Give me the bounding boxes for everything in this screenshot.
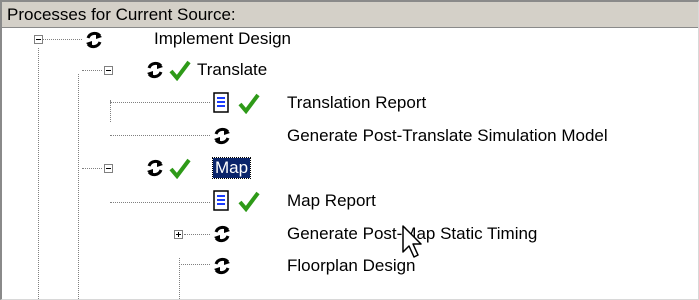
refresh-icon xyxy=(86,31,102,49)
tree-line xyxy=(179,264,210,265)
tree-item-map-selected[interactable]: Map xyxy=(211,157,252,179)
tree-line xyxy=(82,168,102,169)
panel-header: Processes for Current Source: xyxy=(2,2,698,28)
report-document-icon xyxy=(213,92,229,113)
tree-line xyxy=(42,39,82,40)
refresh-icon xyxy=(214,257,230,275)
tree-item-translate[interactable]: Translate xyxy=(195,60,269,80)
tree-line xyxy=(110,135,210,136)
tree-item-translation-report[interactable]: Translation Report xyxy=(285,93,428,113)
collapse-map-toggle[interactable] xyxy=(104,164,113,173)
tree-line xyxy=(110,202,210,203)
check-icon xyxy=(169,158,191,179)
tree-line xyxy=(110,102,210,103)
tree-item-map-report[interactable]: Map Report xyxy=(285,191,378,211)
process-tree[interactable]: Implement Design Translate Translation R… xyxy=(2,28,698,299)
tree-line xyxy=(38,48,39,299)
processes-panel: Processes for Current Source: Implement … xyxy=(0,0,699,300)
check-icon xyxy=(238,93,260,114)
collapse-translate-toggle[interactable] xyxy=(104,66,113,75)
tree-line xyxy=(110,100,111,122)
report-document-icon xyxy=(213,190,229,211)
mouse-pointer-icon xyxy=(402,225,422,258)
tree-line xyxy=(82,70,102,71)
tree-line xyxy=(184,234,210,235)
check-icon xyxy=(238,191,260,212)
tree-item-implement-design[interactable]: Implement Design xyxy=(152,29,293,49)
tree-item-generate-post-translate[interactable]: Generate Post-Translate Simulation Model xyxy=(285,126,610,146)
refresh-icon xyxy=(214,127,230,145)
tree-line xyxy=(78,74,79,299)
expand-post-map-toggle[interactable] xyxy=(174,230,183,239)
refresh-icon xyxy=(147,61,163,79)
collapse-implement-design-toggle[interactable] xyxy=(34,35,43,44)
tree-item-floorplan-design[interactable]: Floorplan Design xyxy=(285,256,418,276)
panel-title: Processes for Current Source: xyxy=(7,5,236,24)
check-icon xyxy=(169,60,191,81)
refresh-icon xyxy=(214,225,230,243)
refresh-icon xyxy=(147,159,163,177)
